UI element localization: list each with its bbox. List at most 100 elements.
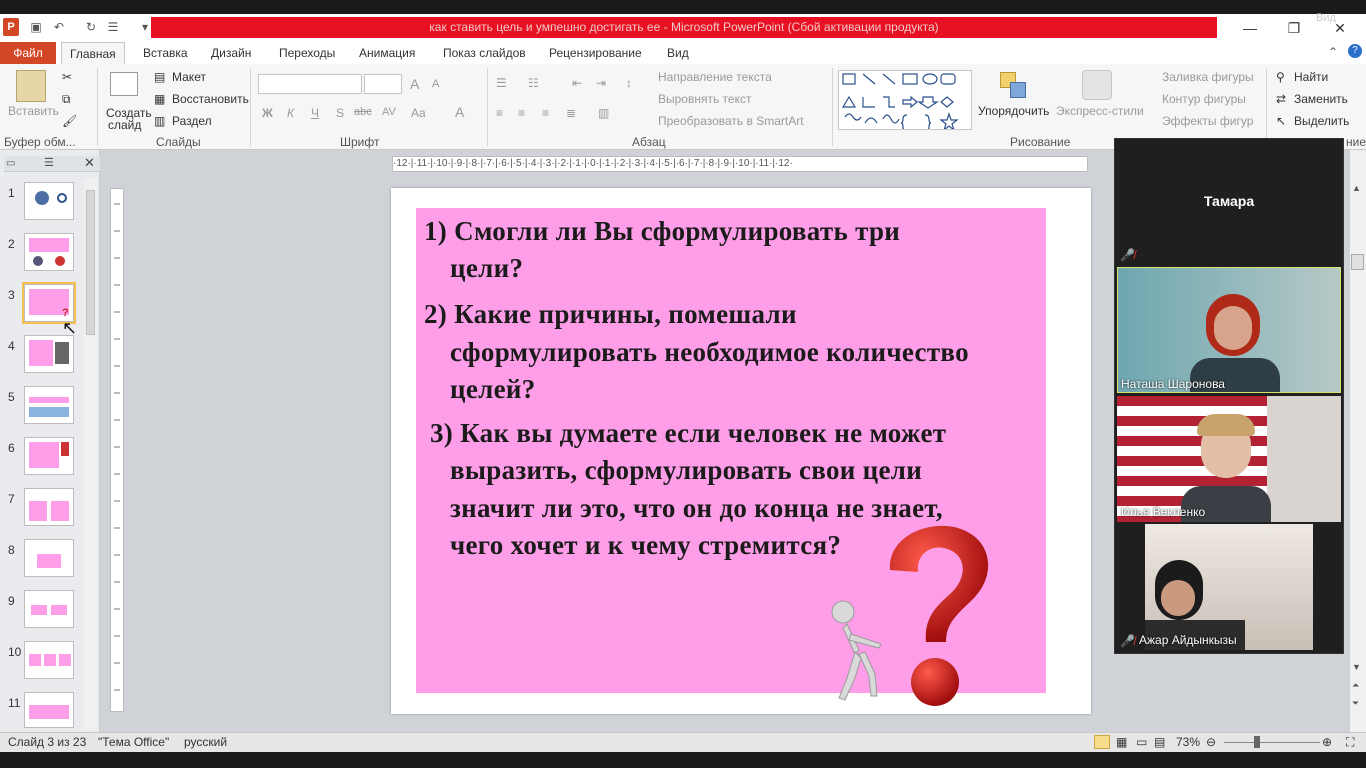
tab-insert[interactable]: Вставка [135, 42, 196, 64]
shrink-font-button[interactable]: A [432, 78, 439, 90]
slide-thumbnail-6[interactable] [24, 437, 74, 475]
font-name-combo[interactable] [258, 74, 362, 94]
text-direction-button[interactable]: Направление текста [658, 70, 772, 84]
section-icon[interactable]: ▥ [154, 114, 165, 128]
slide-scrollbar[interactable] [1350, 150, 1366, 732]
font-size-combo[interactable] [364, 74, 402, 94]
zoom-level[interactable]: 73% [1176, 735, 1200, 749]
grow-font-button[interactable]: A [410, 76, 419, 92]
new-slide-button-line2[interactable]: слайд [108, 118, 141, 132]
tab-view[interactable]: Вид [659, 42, 697, 64]
replace-icon[interactable]: ⇄ [1276, 92, 1286, 106]
strikethrough-button[interactable]: abc [354, 106, 372, 118]
slide-thumbnail-7[interactable] [24, 488, 74, 526]
previous-slide-icon[interactable]: ⏶ [1352, 680, 1359, 691]
replace-button[interactable]: Заменить [1294, 92, 1348, 106]
layout-button[interactable]: Макет [172, 70, 206, 84]
underline-button[interactable]: Ч [311, 106, 319, 120]
arrange-button[interactable]: Упорядочить [978, 104, 1049, 118]
reset-button[interactable]: Восстановить [172, 92, 249, 106]
new-slide-icon[interactable] [110, 72, 138, 96]
slide-thumbnail-8[interactable] [24, 539, 74, 577]
decrease-indent-icon[interactable]: ⇤ [572, 76, 582, 90]
align-right-icon[interactable]: ≡ [542, 106, 549, 120]
slide-thumbnail-10[interactable] [24, 641, 74, 679]
numbering-icon[interactable]: ☷ [528, 76, 539, 90]
tab-design[interactable]: Дизайн [203, 42, 259, 64]
language-indicator[interactable]: русский [184, 735, 227, 749]
undo-icon[interactable]: ↶ [50, 18, 68, 36]
slides-view-icon[interactable]: ▭ [6, 158, 15, 169]
italic-button[interactable]: К [287, 106, 294, 120]
slide-thumbnail-1[interactable] [24, 182, 74, 220]
reset-icon[interactable]: ▦ [154, 92, 165, 106]
font-color-button[interactable]: A [455, 104, 464, 120]
slide-thumbnail-3[interactable]: ? [22, 282, 76, 324]
shapes-gallery[interactable] [838, 70, 972, 132]
smartart-button[interactable]: Преобразовать в SmartArt [658, 114, 804, 128]
align-left-icon[interactable]: ≡ [496, 106, 503, 120]
columns-icon[interactable]: ▥ [598, 106, 609, 120]
tab-file[interactable]: Файл [0, 42, 56, 64]
minimize-button[interactable]: — [1230, 16, 1270, 40]
change-case-button[interactable]: Aa [411, 106, 426, 120]
slide-thumbnail-9[interactable] [24, 590, 74, 628]
paste-button[interactable]: Вставить [8, 104, 59, 118]
tab-transitions[interactable]: Переходы [271, 42, 343, 64]
binoculars-icon[interactable]: ⚲ [1276, 70, 1285, 84]
fit-to-window-icon[interactable]: ⛶ [1346, 735, 1354, 750]
arrange-icon[interactable] [998, 70, 1030, 102]
participant-video-tile[interactable] [1117, 396, 1341, 522]
outline-view-icon[interactable]: ☰ [44, 156, 54, 169]
cut-icon[interactable]: ✂ [62, 70, 72, 84]
section-button[interactable]: Раздел [172, 114, 212, 128]
bullets-quick-icon[interactable]: ☰ [104, 18, 122, 36]
redo-icon[interactable]: ↻ [82, 18, 100, 36]
paste-icon[interactable] [16, 70, 46, 102]
select-icon[interactable]: ↖ [1276, 114, 1286, 128]
copy-icon[interactable]: ⧉ [62, 92, 71, 107]
align-center-icon[interactable]: ≡ [518, 106, 525, 120]
zoom-slider-thumb[interactable] [1254, 736, 1260, 748]
shape-effects-button[interactable]: Эффекты фигур [1162, 114, 1253, 128]
quick-styles-button[interactable]: Экспресс-стили [1056, 104, 1144, 118]
powerpoint-logo-icon[interactable]: P [3, 18, 19, 36]
format-painter-icon[interactable]: 🖌 [62, 114, 77, 128]
align-text-button[interactable]: Выровнять текст [658, 92, 751, 106]
zoom-slider[interactable] [1224, 742, 1320, 743]
slideshow-icon[interactable]: ▤ [1154, 735, 1165, 749]
slide-thumbnail-4[interactable] [24, 335, 74, 373]
tab-animations[interactable]: Анимация [351, 42, 423, 64]
tab-home[interactable]: Главная [61, 42, 125, 64]
tab-review[interactable]: Рецензирование [541, 42, 650, 64]
scrollbar-thumb[interactable] [1351, 254, 1364, 270]
slide-thumbnail-11[interactable] [24, 692, 74, 728]
slide-thumbnail-5[interactable] [24, 386, 74, 424]
save-icon[interactable]: ▣ [27, 18, 45, 36]
normal-view-icon[interactable] [1094, 735, 1110, 749]
quick-styles-icon[interactable] [1082, 70, 1112, 100]
select-button[interactable]: Выделить [1294, 114, 1349, 128]
help-icon[interactable]: ? [1348, 44, 1362, 58]
thumbnail-scrollbar-thumb[interactable] [86, 190, 95, 335]
next-slide-icon[interactable]: ⏷ [1352, 698, 1359, 709]
increase-indent-icon[interactable]: ⇥ [596, 76, 606, 90]
participant-video-tile[interactable] [1117, 267, 1341, 393]
collapse-ribbon-icon[interactable]: ⌃ [1328, 45, 1338, 59]
theme-name[interactable]: "Тема Office" [98, 735, 169, 749]
layout-icon[interactable]: ▤ [154, 70, 165, 84]
shadow-button[interactable]: S [336, 106, 344, 120]
slide-sorter-icon[interactable]: ▦ [1116, 735, 1127, 749]
restore-button[interactable]: ❐ [1274, 16, 1314, 40]
view-badge[interactable]: Вид [1316, 12, 1336, 24]
zoom-out-icon[interactable]: ⊖ [1206, 735, 1216, 749]
close-panel-icon[interactable]: ✕ [84, 155, 95, 171]
shape-fill-button[interactable]: Заливка фигуры [1162, 70, 1254, 84]
line-spacing-icon[interactable]: ↕ [626, 76, 632, 90]
bullets-icon[interactable]: ☰ [496, 76, 507, 90]
char-spacing-button[interactable]: AV [382, 106, 396, 118]
find-button[interactable]: Найти [1294, 70, 1328, 84]
zoom-in-icon[interactable]: ⊕ [1322, 735, 1332, 749]
bold-button[interactable]: Ж [262, 106, 273, 120]
tab-slideshow[interactable]: Показ слайдов [435, 42, 534, 64]
